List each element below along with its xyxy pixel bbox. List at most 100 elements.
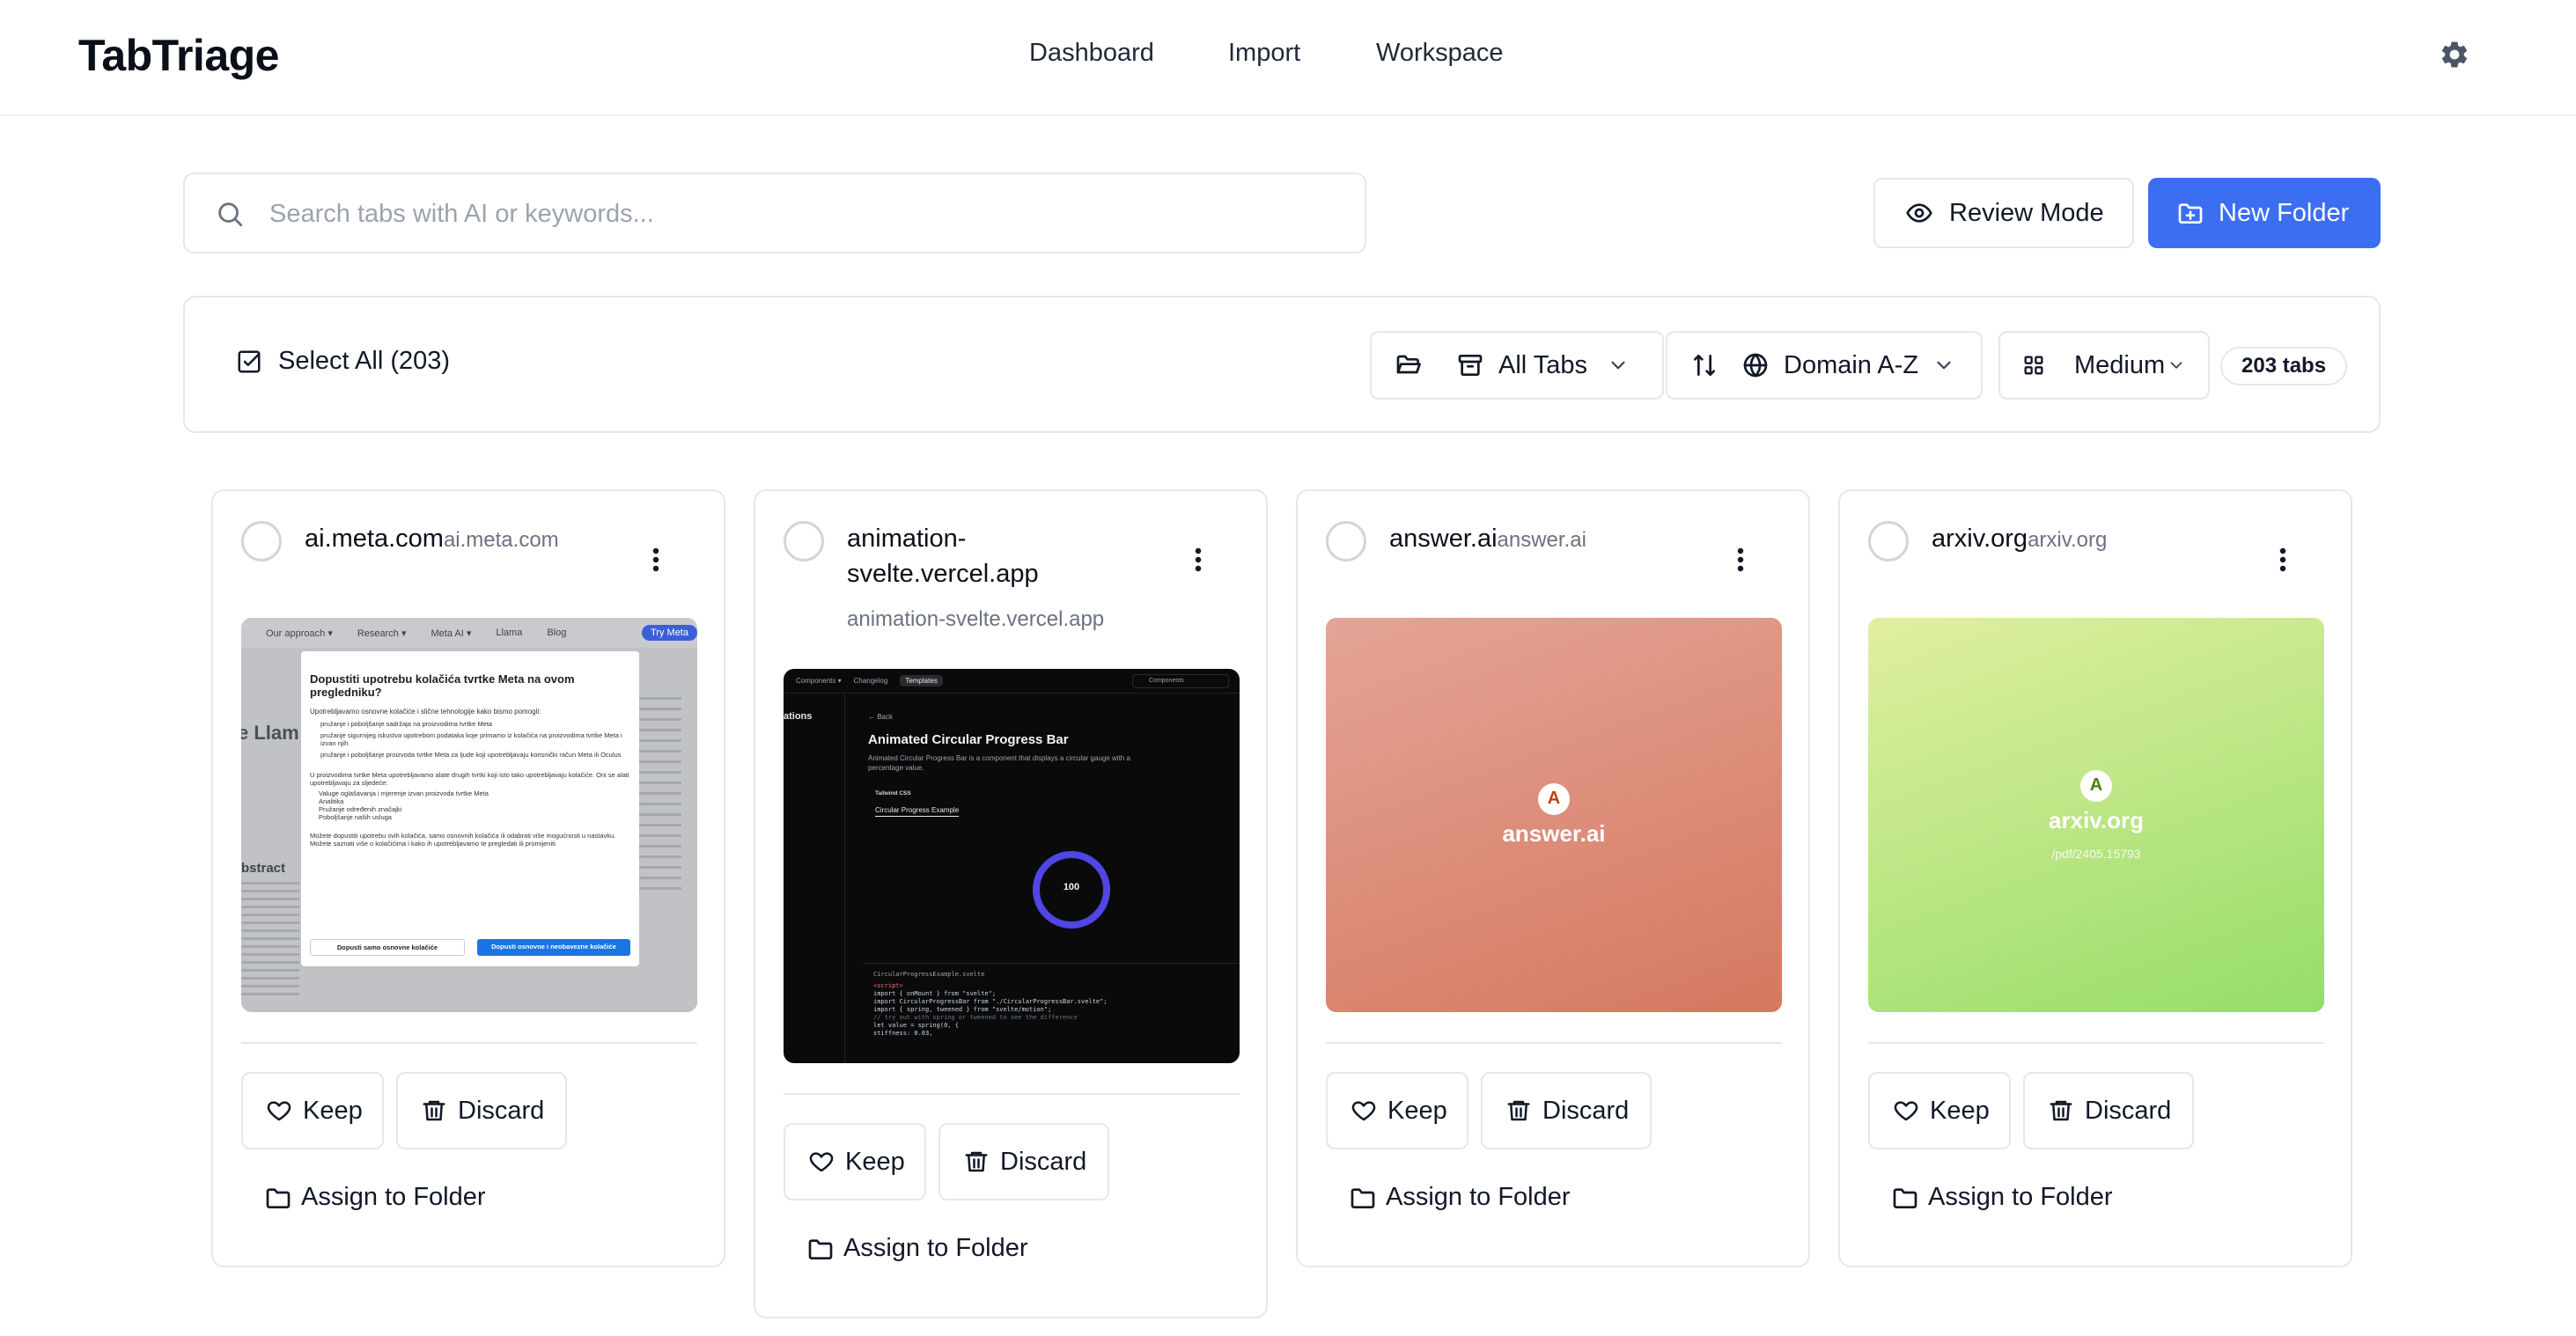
card-select-radio[interactable] xyxy=(241,521,282,562)
discard-button[interactable]: Discard xyxy=(938,1123,1109,1200)
keep-button[interactable]: Keep xyxy=(1868,1072,2011,1149)
assign-folder-label: Assign to Folder xyxy=(843,1234,1028,1262)
code-file: CircularProgressExample.svelte xyxy=(873,971,985,978)
select-all-button[interactable]: Select All (203) xyxy=(236,347,450,376)
dialog-list-item: Analitika xyxy=(319,797,344,805)
more-vertical-icon[interactable] xyxy=(2270,542,2296,577)
new-folder-button[interactable]: New Folder xyxy=(2148,178,2381,248)
assign-folder-button[interactable]: Assign to Folder xyxy=(806,1234,1028,1263)
more-vertical-icon[interactable] xyxy=(1727,542,1754,577)
card-domain: ai.meta.com xyxy=(443,528,559,552)
code-panel: CircularProgressExample.svelte <script> … xyxy=(863,963,1240,1063)
dialog-list-item: Pružanje određenih značajki xyxy=(319,805,402,813)
card-domain: answer.ai xyxy=(1497,528,1586,552)
more-vertical-icon[interactable] xyxy=(643,542,669,577)
tab-count-badge: 203 tabs xyxy=(2220,347,2348,385)
trash-icon xyxy=(423,1100,445,1121)
assign-folder-label: Assign to Folder xyxy=(1386,1183,1571,1211)
gear-icon[interactable] xyxy=(2439,39,2470,70)
card-title[interactable]: animation- svelte.vercel.app xyxy=(847,521,1129,591)
code-line: stiffness: 0.03, xyxy=(873,1030,933,1037)
assign-folder-label: Assign to Folder xyxy=(301,1183,486,1211)
folder-open-icon xyxy=(1396,355,1421,374)
screenshot-nav-item: Research ▾ xyxy=(357,628,407,639)
tab-card[interactable]: animation- svelte.vercel.app animation-s… xyxy=(754,489,1268,1318)
page-screenshot[interactable]: A answer.ai xyxy=(1326,618,1782,1012)
nav-import[interactable]: Import xyxy=(1228,39,1300,68)
card-select-radio[interactable] xyxy=(1868,521,1909,562)
search-input[interactable] xyxy=(269,192,1326,236)
keep-label: Keep xyxy=(303,1096,363,1125)
keep-button[interactable]: Keep xyxy=(784,1123,926,1200)
dialog-essential-button: Dopusti samo osnovne kolačiće xyxy=(310,939,465,956)
discard-label: Discard xyxy=(1000,1147,1087,1176)
site-favicon: A xyxy=(2080,769,2112,802)
folder-icon xyxy=(266,1187,291,1208)
sort-arrows-icon xyxy=(1694,355,1715,376)
globe-icon xyxy=(1743,353,1768,378)
card-title[interactable]: ai.meta.comai.meta.com xyxy=(305,521,639,558)
card-select-radio[interactable] xyxy=(1326,521,1366,562)
select-all-label: Select All (203) xyxy=(278,347,451,375)
card-divider xyxy=(1326,1042,1782,1044)
card-select-radio[interactable] xyxy=(784,521,824,562)
screenshot-nav-item: Our approach ▾ xyxy=(266,628,333,639)
screenshot-nav-item: Llama xyxy=(496,628,523,638)
dialog-list-item: Valuge oglašavanja i mjerenje izvan proi… xyxy=(319,789,489,797)
assign-folder-button[interactable]: Assign to Folder xyxy=(1349,1183,1571,1212)
chevron-down-icon xyxy=(1937,361,1951,370)
keep-button[interactable]: Keep xyxy=(241,1072,384,1149)
discard-button[interactable]: Discard xyxy=(1481,1072,1652,1149)
discard-button[interactable]: Discard xyxy=(396,1072,567,1149)
tab-card[interactable]: answer.aianswer.ai A answer.ai Keep Disc… xyxy=(1296,489,1810,1267)
dialog-footer-text: Možete dopustiti upotrebu svih kolačića,… xyxy=(310,832,616,848)
site-favicon: A xyxy=(1538,782,1570,815)
dialog-item: pružanje i poboljšanje sadržaja na proiz… xyxy=(320,720,493,728)
discard-button[interactable]: Discard xyxy=(2023,1072,2194,1149)
heart-icon xyxy=(809,1152,834,1172)
nav-dashboard[interactable]: Dashboard xyxy=(1029,39,1154,68)
card-title-text: ai.meta.com xyxy=(305,525,444,553)
heart-icon xyxy=(1351,1101,1376,1121)
page-screenshot[interactable]: A arxiv.org /pdf/2405.15793 xyxy=(1868,618,2324,1012)
code-line: <script> xyxy=(873,982,903,989)
heart-icon xyxy=(267,1101,291,1121)
screenshot-sidebar: ations xyxy=(784,694,845,1063)
card-title[interactable]: arxiv.orgarxiv.org xyxy=(1932,521,2266,558)
search-icon xyxy=(218,202,243,227)
keep-button[interactable]: Keep xyxy=(1326,1072,1468,1149)
tab-card[interactable]: arxiv.orgarxiv.org A arxiv.org /pdf/2405… xyxy=(1838,489,2352,1267)
checkbox-icon xyxy=(238,350,261,372)
folder-icon xyxy=(1893,1187,1917,1208)
screenshot-tag: Tailwind CSS xyxy=(875,790,911,796)
card-title-text: svelte.vercel.app xyxy=(847,560,1039,588)
folder-filter-select[interactable]: All Tabs xyxy=(1370,331,1664,400)
sort-select[interactable]: Domain A-Z xyxy=(1666,331,1983,400)
nav-workspace[interactable]: Workspace xyxy=(1376,39,1504,68)
code-line: let value = spring(0, { xyxy=(873,1022,959,1029)
screenshot-text: bstract xyxy=(241,861,286,876)
code-line: import { spring, tweened } from "svelte/… xyxy=(873,1006,1052,1013)
assign-folder-button[interactable]: Assign to Folder xyxy=(264,1183,486,1212)
filter-toolbar: Select All (203) All Tabs Domain A-Z Med… xyxy=(183,296,2381,433)
screenshot-back: ← Back xyxy=(868,713,894,721)
card-title[interactable]: answer.aianswer.ai xyxy=(1389,521,1724,558)
search-box[interactable] xyxy=(183,173,1366,253)
brand-logo[interactable]: TabTriage xyxy=(78,30,279,81)
dialog-item: pružanje sigurnijeg iskustva upotrebom p… xyxy=(320,731,622,747)
card-divider xyxy=(241,1042,697,1044)
dialog-intro: Upotrebljavamo osnovne kolačiće i slične… xyxy=(310,708,541,716)
grid-icon xyxy=(2024,356,2043,375)
review-mode-button[interactable]: Review Mode xyxy=(1873,178,2134,248)
card-size-select[interactable]: Medium xyxy=(1998,331,2210,400)
screenshot-nav-item: Components ▾ xyxy=(796,677,842,685)
discard-label: Discard xyxy=(458,1096,545,1125)
assign-folder-button[interactable]: Assign to Folder xyxy=(1891,1183,2113,1212)
more-vertical-icon[interactable] xyxy=(1185,542,1211,577)
page-screenshot[interactable]: Our approach ▾ Research ▾ Meta AI ▾ Llam… xyxy=(241,618,697,1012)
screenshot-navbar: Our approach ▾ Research ▾ Meta AI ▾ Llam… xyxy=(241,618,697,648)
trash-icon xyxy=(2050,1100,2072,1121)
page-screenshot[interactable]: Components ▾ Changelog Templates Compone… xyxy=(784,669,1240,1063)
discard-label: Discard xyxy=(1542,1096,1630,1125)
tab-card[interactable]: ai.meta.comai.meta.com Our approach ▾ Re… xyxy=(211,489,725,1267)
